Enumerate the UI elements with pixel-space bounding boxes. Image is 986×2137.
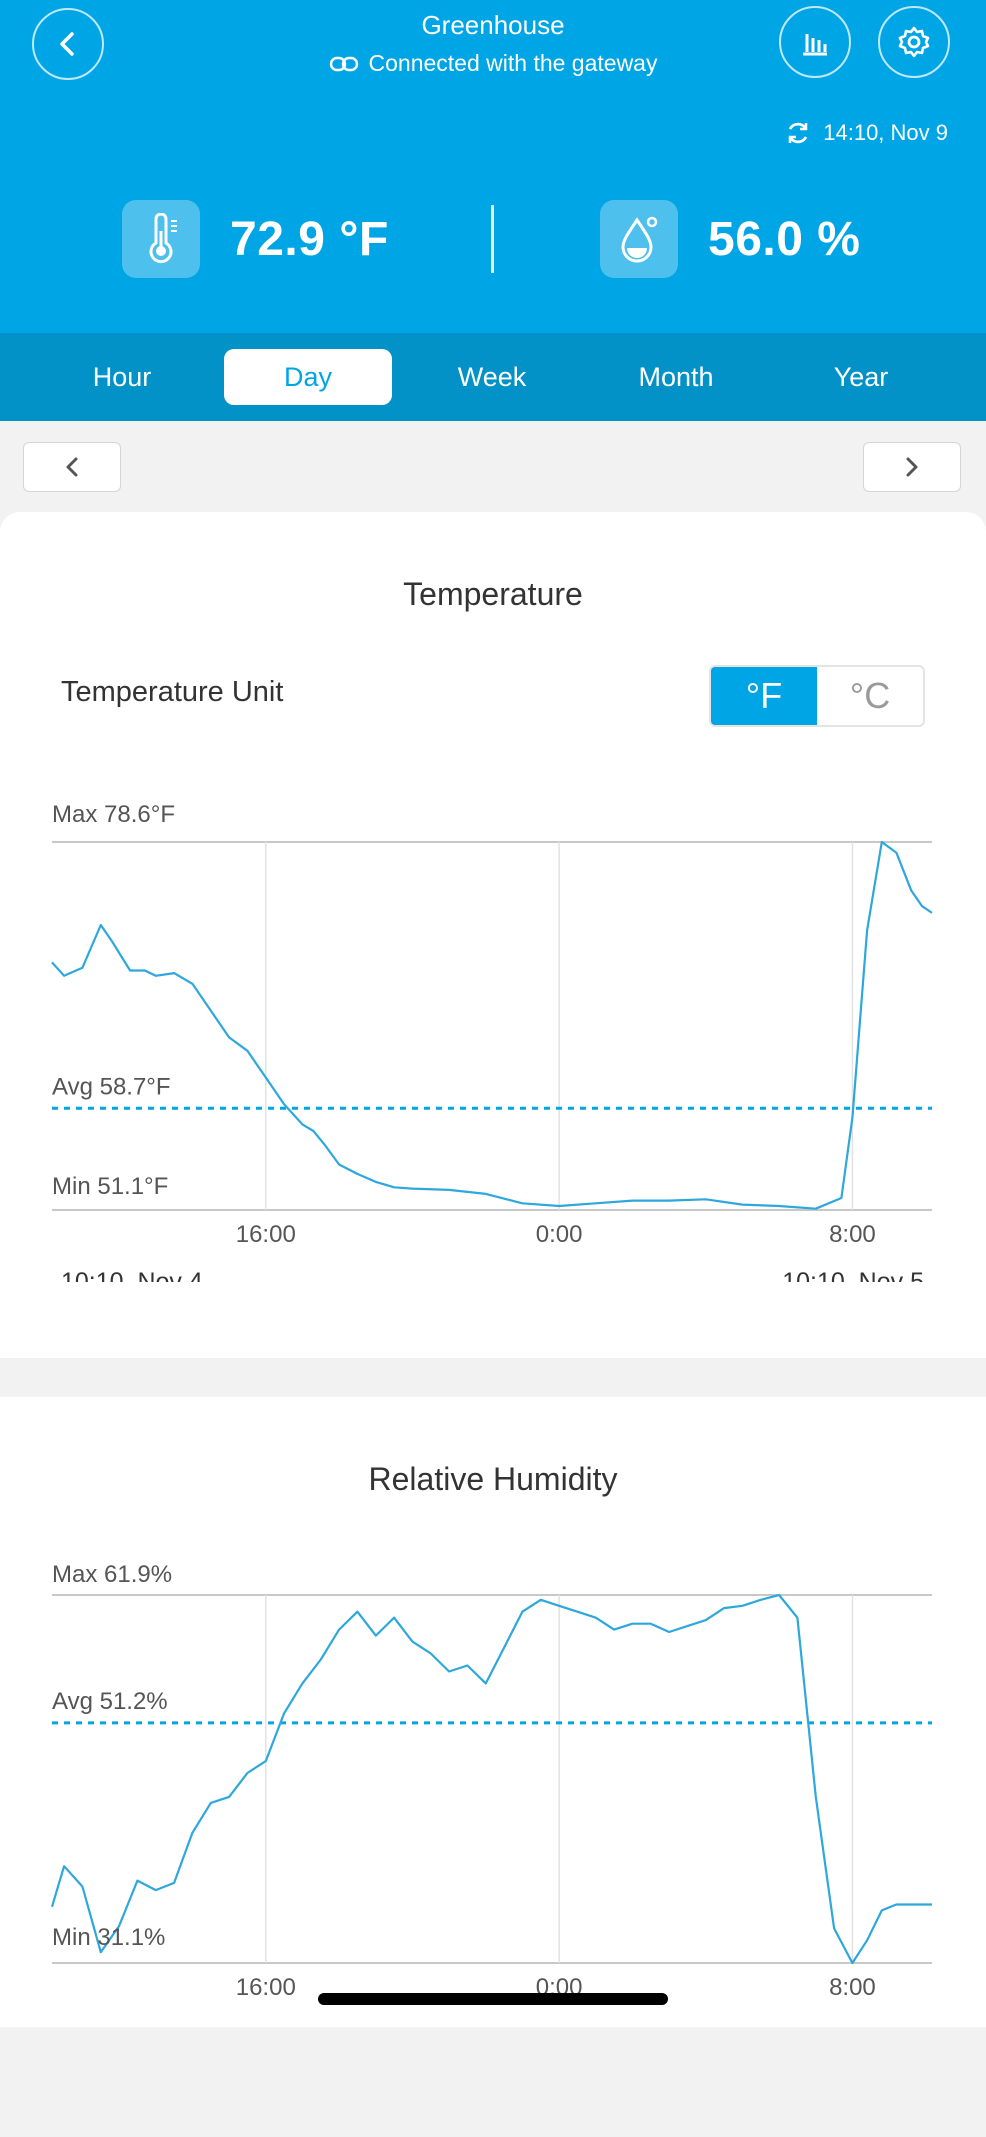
tab-year[interactable]: Year <box>787 349 935 405</box>
humidity-title: Relative Humidity <box>368 1461 618 1497</box>
stats-button[interactable] <box>779 6 851 78</box>
temp-max-label: Max 78.6°F <box>52 801 175 828</box>
hum-min-label: Min 31.1% <box>52 1924 165 1951</box>
previous-period-button[interactable] <box>23 442 121 492</box>
unit-celsius-option[interactable]: °C <box>817 667 923 725</box>
home-indicator <box>318 1993 668 2005</box>
hum-max-label: Max 61.9% <box>52 1561 172 1588</box>
temperature-card: Temperature Temperature Unit °F °C Max 7… <box>0 512 986 1358</box>
temp-start-label: 10:10, Nov 4 <box>61 1268 203 1282</box>
temp-avg-label: Avg 58.7°F <box>52 1073 171 1100</box>
temp-x-tick-label: 0:00 <box>536 1221 583 1248</box>
chevron-right-icon <box>906 457 918 477</box>
humidity-chart: Max 61.9% Avg 51.2% Min 31.1% 16:00 0:00 8… <box>50 1561 932 2001</box>
gear-icon <box>898 26 930 58</box>
temperature-unit-label: Temperature Unit <box>61 676 284 708</box>
next-period-button[interactable] <box>863 442 961 492</box>
thermometer-icon-box <box>122 200 200 278</box>
temp-min-label: Min 51.1°F <box>52 1173 168 1200</box>
temperature-series-line <box>51 840 933 1210</box>
timestamp-text: 14:10, Nov 9 <box>823 120 948 145</box>
temp-x-tick-label: 16:00 <box>236 1221 296 1248</box>
temp-end-label: 10:10, Nov 5 <box>782 1268 924 1282</box>
humidity-value: 56.0 % <box>708 212 861 266</box>
tab-week[interactable]: Week <box>418 349 566 405</box>
chart-icon <box>803 34 827 56</box>
connection-text: Connected with the gateway <box>368 50 658 76</box>
temp-x-tick-label: 8:00 <box>829 1221 876 1248</box>
link-icon <box>329 56 358 71</box>
hum-x-tick-label: 16:00 <box>236 1974 296 2001</box>
humidity-reading: 56.0 % <box>600 200 860 278</box>
humidity-series-line <box>50 1593 932 1965</box>
tab-month[interactable]: Month <box>602 349 750 405</box>
temperature-value: 72.9 °F <box>230 212 389 266</box>
hum-avg-label: Avg 51.2% <box>52 1688 168 1715</box>
temperature-title: Temperature <box>403 576 583 612</box>
last-update: 14:10, Nov 9 <box>785 120 948 146</box>
tab-day[interactable]: Day <box>224 349 392 405</box>
unit-fahrenheit-option[interactable]: °F <box>711 667 817 725</box>
header-bar: Greenhouse Connected with the gateway 14… <box>0 0 986 333</box>
humidity-card: Relative Humidity Max 61.9% Avg 51.2% Mi… <box>0 1397 986 2027</box>
droplet-icon <box>621 216 658 263</box>
period-tabs: Hour Day Week Month Year <box>0 333 986 421</box>
refresh-icon <box>789 122 808 144</box>
settings-button[interactable] <box>878 6 950 78</box>
thermometer-icon <box>149 213 177 264</box>
hum-x-tick-label: 8:00 <box>829 1974 876 2001</box>
tab-hour[interactable]: Hour <box>48 349 196 405</box>
temperature-reading: 72.9 °F <box>122 200 389 278</box>
reading-divider <box>491 205 494 273</box>
droplet-icon-box <box>600 200 678 278</box>
temperature-unit-toggle: °F °C <box>709 665 925 727</box>
temperature-chart: Max 78.6°F Avg 58.7°F Min 51.1°F 16:00 0:… <box>51 801 933 1282</box>
chevron-left-icon <box>66 457 78 477</box>
